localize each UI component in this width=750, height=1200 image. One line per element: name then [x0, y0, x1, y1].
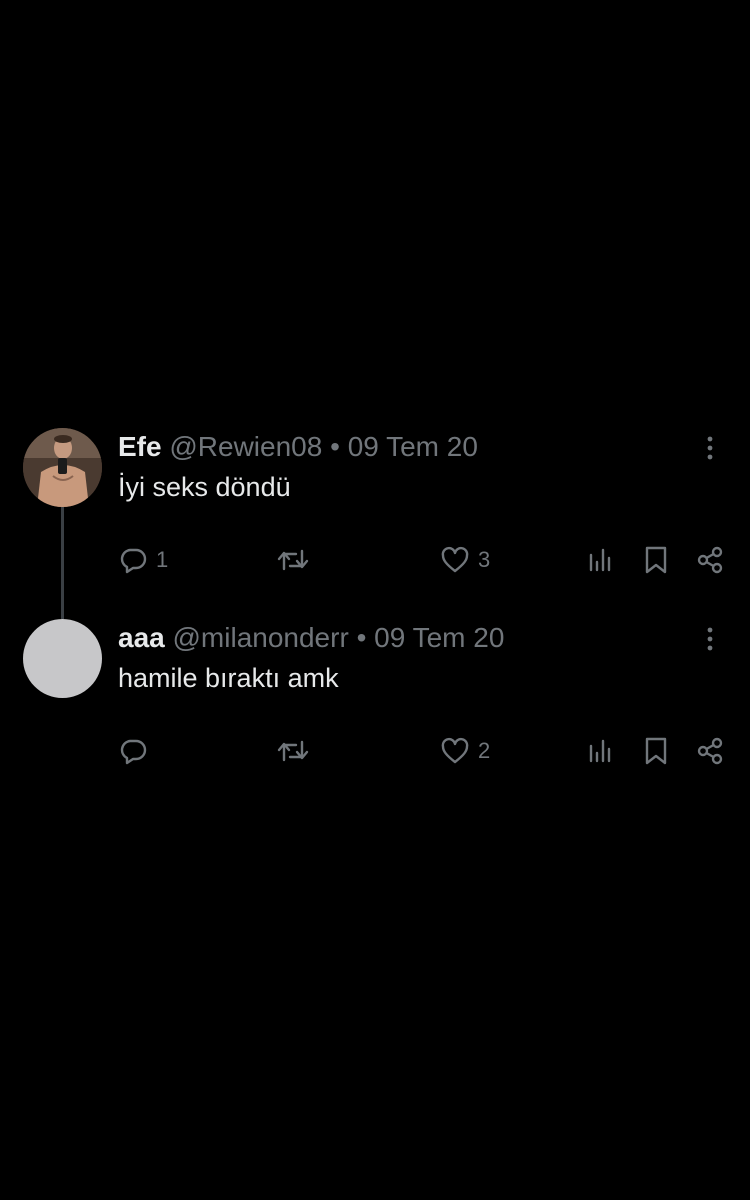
views-bar-chart-icon	[589, 548, 611, 572]
tweet-header: Efe @Rewien08 • 09 Tem 20	[118, 430, 478, 464]
views-button[interactable]	[587, 543, 615, 577]
retweet-button[interactable]	[276, 543, 310, 577]
share-icon	[697, 737, 723, 765]
views-button[interactable]	[587, 734, 615, 768]
tweet-text: İyi seks döndü	[118, 472, 291, 502]
reply-bubble-icon	[120, 739, 147, 765]
tweet-date[interactable]: 09 Tem 20	[374, 622, 504, 653]
more-vertical-icon	[707, 627, 713, 651]
heart-icon	[441, 546, 469, 573]
author-name[interactable]: Efe	[118, 431, 162, 462]
more-options-button[interactable]	[700, 625, 720, 653]
retweet-button[interactable]	[276, 734, 310, 768]
author-handle[interactable]: @milanonderr	[173, 622, 349, 653]
thread-connector-line	[61, 507, 64, 619]
tweet-date[interactable]: 09 Tem 20	[348, 431, 478, 462]
share-icon	[697, 546, 723, 574]
share-button[interactable]	[696, 543, 724, 577]
bookmark-icon	[645, 737, 667, 765]
like-button[interactable]: 3	[440, 543, 490, 577]
bookmark-button[interactable]	[643, 734, 669, 768]
author-handle[interactable]: @Rewien08	[169, 431, 322, 462]
bookmark-icon	[645, 546, 667, 574]
more-vertical-icon	[707, 436, 713, 460]
like-count: 2	[478, 738, 491, 763]
author-name[interactable]: aaa	[118, 622, 165, 653]
heart-icon	[441, 737, 469, 764]
bookmark-button[interactable]	[643, 543, 669, 577]
reply-button[interactable]: 1	[118, 543, 168, 577]
retweet-icon	[277, 549, 309, 571]
reply-count: 1	[156, 547, 169, 572]
separator-dot: •	[356, 622, 367, 653]
share-button[interactable]	[696, 734, 724, 768]
like-count: 3	[478, 547, 491, 572]
more-options-button[interactable]	[700, 434, 720, 462]
avatar-photo-image	[23, 428, 102, 507]
tweet-header: aaa @milanonderr • 09 Tem 20	[118, 621, 504, 655]
separator-dot: •	[330, 431, 340, 462]
reply-bubble-icon	[120, 548, 147, 574]
tweet-text: hamile bıraktı amk	[118, 663, 339, 693]
avatar[interactable]	[23, 428, 102, 507]
avatar[interactable]	[23, 619, 102, 698]
like-button[interactable]: 2	[440, 734, 490, 768]
views-bar-chart-icon	[589, 739, 611, 763]
retweet-icon	[277, 740, 309, 762]
reply-button[interactable]	[118, 734, 156, 768]
